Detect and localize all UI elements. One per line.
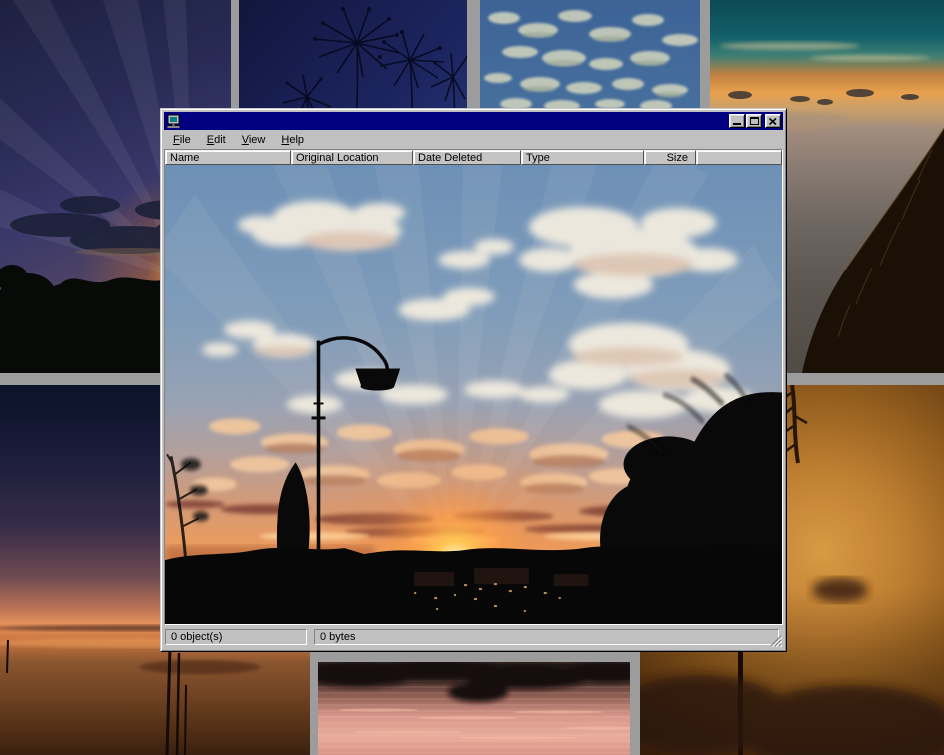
list-view: Name Original Location Date Deleted Type… <box>164 149 783 625</box>
recycle-bin-window: File Edit View Help Name Original Locati… <box>160 108 787 652</box>
column-header-filler <box>696 150 782 165</box>
maximize-icon <box>750 117 759 125</box>
menu-view[interactable]: View <box>234 131 274 149</box>
close-button[interactable] <box>765 114 781 128</box>
status-byte-count: 0 bytes <box>314 629 779 645</box>
column-header-type[interactable]: Type <box>521 150 644 165</box>
menu-help[interactable]: Help <box>273 131 312 149</box>
minimize-icon <box>733 123 741 125</box>
minimize-button[interactable] <box>729 114 745 128</box>
street-lamp-sunset-photo <box>165 165 782 624</box>
column-header-name[interactable]: Name <box>165 150 291 165</box>
menu-edit[interactable]: Edit <box>199 131 234 149</box>
column-header-date-deleted[interactable]: Date Deleted <box>413 150 521 165</box>
close-icon <box>769 118 777 125</box>
status-bar: 0 object(s) 0 bytes <box>164 625 783 648</box>
file-list-area[interactable] <box>165 165 782 624</box>
menu-file[interactable]: File <box>165 131 199 149</box>
computer-icon <box>166 114 182 128</box>
desktop[interactable]: File Edit View Help Name Original Locati… <box>0 0 944 755</box>
resize-grip[interactable] <box>769 634 782 647</box>
status-object-count: 0 object(s) <box>165 629 307 645</box>
column-header-original-location[interactable]: Original Location <box>291 150 413 165</box>
window-titlebar[interactable] <box>164 112 783 130</box>
maximize-button[interactable] <box>746 114 762 128</box>
column-headers: Name Original Location Date Deleted Type… <box>165 150 782 165</box>
wallpaper-water-reflection-photo <box>318 662 630 755</box>
column-header-size[interactable]: Size <box>644 150 696 165</box>
reflection-art <box>318 662 630 755</box>
menu-bar: File Edit View Help <box>164 130 783 149</box>
